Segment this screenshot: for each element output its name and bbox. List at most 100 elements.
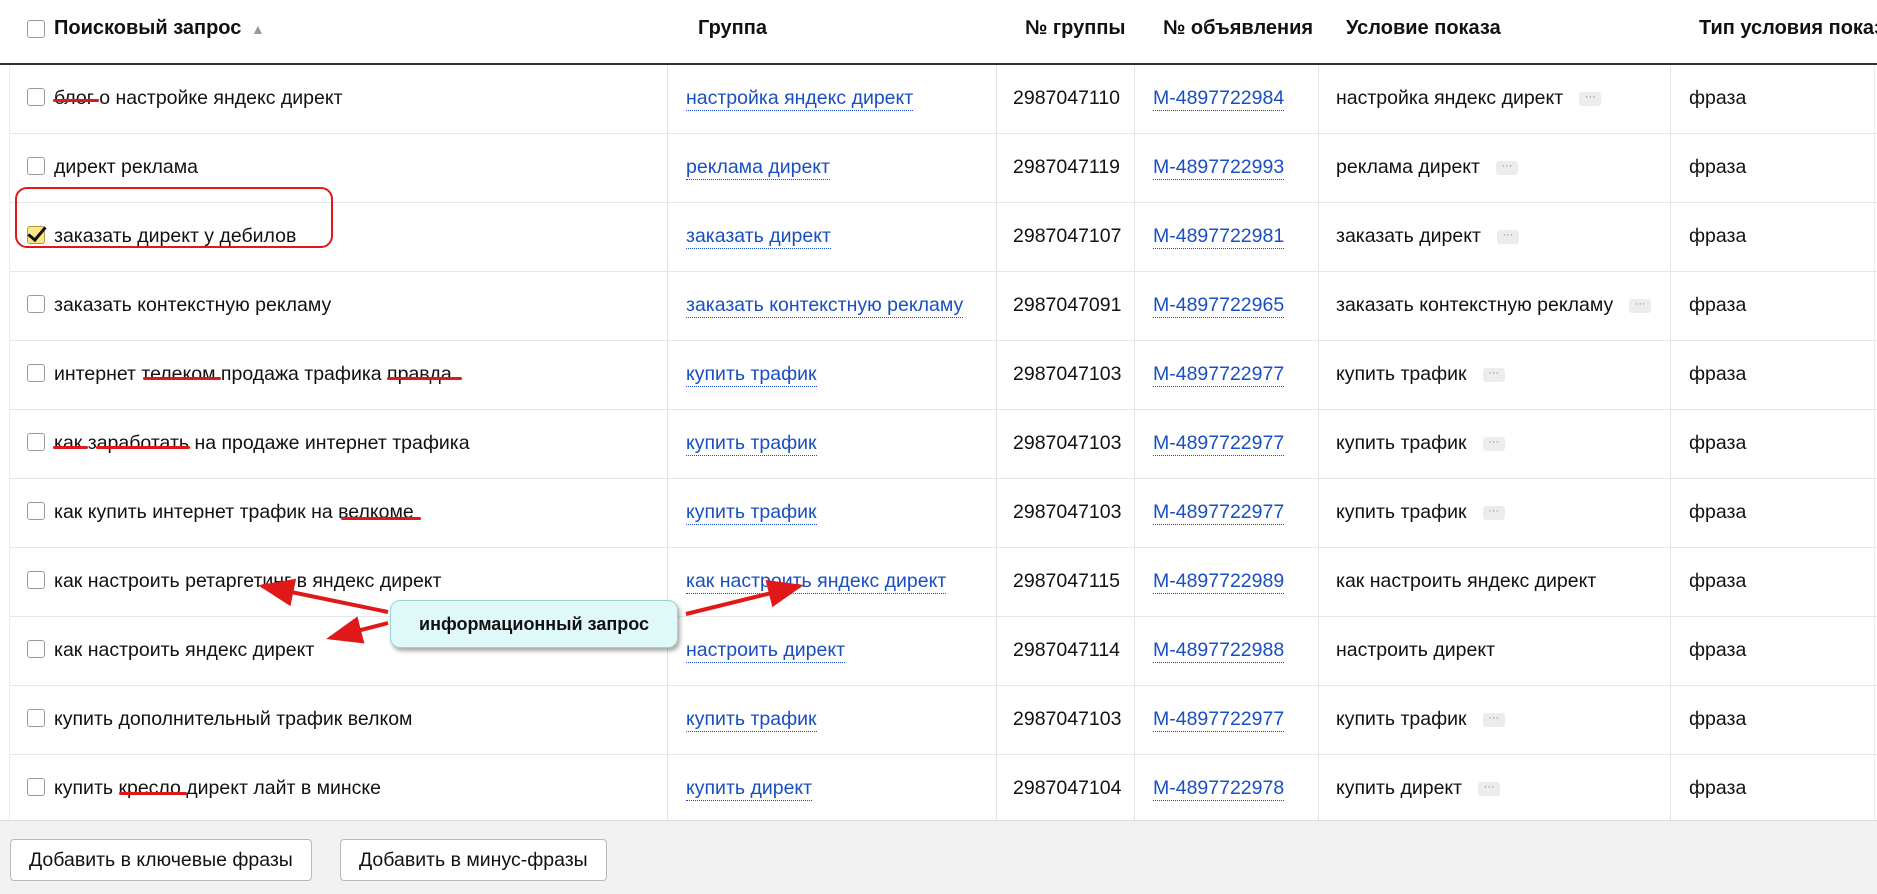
row-condition-type: фраза [1689, 294, 1747, 316]
column-header-condition-type[interactable]: Тип условия показа [1699, 17, 1877, 40]
row-group-link[interactable]: купить трафик [686, 501, 817, 525]
row-group-cell: купить трафик [686, 340, 817, 409]
row-group-link[interactable]: купить директ [686, 777, 813, 801]
row-query: купить дополнительный трафик велком [54, 708, 413, 730]
row-condition: купить трафик [1336, 363, 1467, 385]
row-ad-cell: M-4897722977 [1153, 478, 1285, 547]
row-checkbox[interactable] [27, 709, 45, 727]
row-group-link[interactable]: реклама директ [686, 156, 830, 180]
more-options-icon[interactable]: ··· [1579, 91, 1602, 106]
row-group-link[interactable]: заказать контекстную рекламу [686, 294, 964, 318]
row-ad-cell: M-4897722978 [1153, 754, 1285, 820]
row-condition: заказать директ [1336, 225, 1481, 247]
more-options-icon[interactable]: ··· [1482, 712, 1505, 727]
row-group-link[interactable]: купить трафик [686, 432, 817, 456]
row-condition: заказать контекстную рекламу [1336, 294, 1614, 316]
more-options-icon[interactable]: ··· [1482, 436, 1505, 451]
row-checkbox[interactable] [27, 433, 45, 451]
row-checkbox[interactable] [27, 88, 45, 106]
more-options-icon[interactable]: ··· [1495, 160, 1518, 175]
row-condition-cell: купить трафик ··· [1336, 685, 1505, 754]
column-header-group[interactable]: Группа [698, 17, 767, 40]
row-group-cell: купить трафик [686, 409, 817, 478]
sort-asc-icon: ▲ [250, 21, 265, 37]
row-ad-link[interactable]: M-4897722978 [1153, 777, 1285, 801]
select-all-checkbox[interactable] [27, 20, 45, 38]
row-ad-link[interactable]: M-4897722989 [1153, 570, 1285, 594]
row-ad-link[interactable]: M-4897722993 [1153, 156, 1285, 180]
row-ad-link[interactable]: M-4897722981 [1153, 225, 1285, 249]
more-options-icon[interactable]: ··· [1629, 298, 1652, 313]
table-row: как купить интернет трафик на велкоме ку… [10, 478, 1877, 548]
row-group-id: 2987047103 [1013, 432, 1122, 454]
row-query: как заработать на продаже интернет трафи… [54, 432, 470, 454]
row-ad-cell: M-4897722965 [1153, 271, 1285, 340]
more-options-icon[interactable]: ··· [1478, 781, 1501, 796]
row-condition-cell: настроить директ [1336, 616, 1495, 685]
annotation-callout: информационный запрос [390, 600, 678, 648]
row-condition: купить трафик [1336, 432, 1467, 454]
column-header-ad-id[interactable]: № объявления [1163, 17, 1313, 40]
row-group-link[interactable]: купить трафик [686, 708, 817, 732]
row-condition-cell: купить трафик ··· [1336, 409, 1505, 478]
row-condition-cell: как настроить яндекс директ [1336, 547, 1596, 616]
more-options-icon[interactable]: ··· [1496, 229, 1519, 244]
row-group-link[interactable]: купить трафик [686, 363, 817, 387]
row-condition: настроить директ [1336, 639, 1496, 661]
row-group-link[interactable]: как настроить яндекс директ [686, 570, 947, 594]
row-ad-link[interactable]: M-4897722977 [1153, 501, 1285, 525]
row-group-cell: купить трафик [686, 685, 817, 754]
row-checkbox[interactable] [27, 640, 45, 658]
row-ad-cell: M-4897722977 [1153, 685, 1285, 754]
table-row: купить дополнительный трафик велком купи… [10, 685, 1877, 755]
row-checkbox[interactable] [27, 571, 45, 589]
row-checkbox[interactable] [27, 778, 45, 796]
row-condition-type: фраза [1689, 225, 1747, 247]
row-condition: реклама директ [1336, 156, 1480, 178]
column-header-group-id[interactable]: № группы [1025, 17, 1126, 40]
row-group-cell: заказать директ [686, 202, 831, 271]
annotation-highlight-box [15, 187, 333, 248]
table-row: интернет телеком продажа трафика правда … [10, 340, 1877, 410]
row-ad-link[interactable]: M-4897722977 [1153, 432, 1285, 456]
row-group-link[interactable]: настроить директ [686, 639, 846, 663]
row-ad-cell: M-4897722989 [1153, 547, 1285, 616]
add-to-keywords-button[interactable]: Добавить в ключевые фразы [10, 839, 312, 881]
more-options-icon[interactable]: ··· [1482, 505, 1505, 520]
annotation-underline [341, 517, 421, 520]
row-ad-cell: M-4897722977 [1153, 409, 1285, 478]
row-group-cell: купить директ [686, 754, 813, 820]
row-ad-link[interactable]: M-4897722965 [1153, 294, 1285, 318]
row-ad-cell: M-4897722984 [1153, 64, 1285, 133]
search-queries-table: Поисковый запрос ▲ Группа № группы № объ… [0, 0, 1877, 820]
row-checkbox[interactable] [27, 157, 45, 175]
row-group-link[interactable]: заказать директ [686, 225, 831, 249]
row-condition: купить директ [1336, 777, 1463, 799]
row-ad-cell: M-4897722981 [1153, 202, 1285, 271]
row-ad-link[interactable]: M-4897722984 [1153, 87, 1285, 111]
row-group-id: 2987047103 [1013, 708, 1122, 730]
column-header-condition[interactable]: Условие показа [1346, 17, 1501, 40]
row-group-cell: настройка яндекс директ [686, 64, 914, 133]
more-options-icon[interactable]: ··· [1482, 367, 1505, 382]
row-ad-cell: M-4897722977 [1153, 340, 1285, 409]
row-checkbox[interactable] [27, 295, 45, 313]
annotation-underline [143, 377, 221, 380]
row-checkbox[interactable] [27, 502, 45, 520]
row-checkbox[interactable] [27, 364, 45, 382]
row-condition-cell: реклама директ ··· [1336, 133, 1518, 202]
annotation-underline [96, 446, 190, 449]
column-header-query[interactable]: Поисковый запрос ▲ [54, 17, 265, 40]
row-condition-type: фраза [1689, 501, 1747, 523]
row-condition-type: фраза [1689, 432, 1747, 454]
row-group-cell: заказать контекстную рекламу [686, 271, 964, 340]
row-condition-type: фраза [1689, 87, 1747, 109]
row-ad-link[interactable]: M-4897722977 [1153, 363, 1285, 387]
row-group-link[interactable]: настройка яндекс директ [686, 87, 914, 111]
table-row: купить кресло директ лайт в минске купит… [10, 754, 1877, 820]
row-ad-link[interactable]: M-4897722977 [1153, 708, 1285, 732]
add-to-negative-keywords-button[interactable]: Добавить в минус-фразы [340, 839, 607, 881]
row-group-id: 2987047110 [1013, 87, 1121, 109]
table-row: заказать контекстную рекламу заказать ко… [10, 271, 1877, 341]
row-ad-link[interactable]: M-4897722988 [1153, 639, 1285, 663]
